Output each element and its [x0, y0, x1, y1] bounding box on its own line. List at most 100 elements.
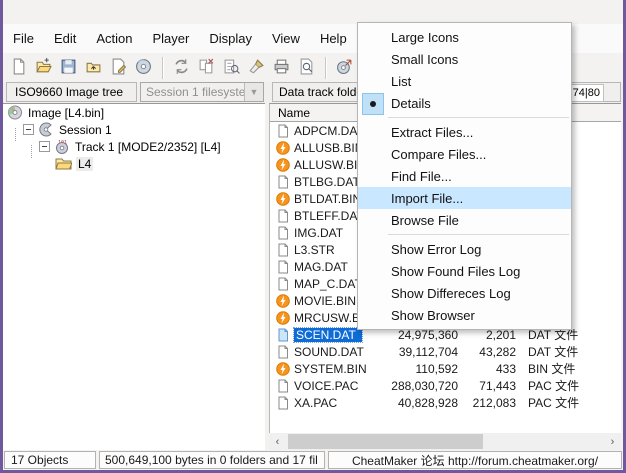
chevron-down-icon[interactable]: ▼ — [244, 83, 263, 101]
find-file-button[interactable] — [219, 56, 244, 80]
extract-cd-button[interactable] — [332, 56, 357, 80]
menu-item-show-found-files-log[interactable]: Show Found Files Log — [358, 260, 571, 282]
preview-button[interactable] — [294, 56, 319, 80]
file-sectors: 43,282 — [466, 345, 516, 359]
menu-item-show-differeces-log[interactable]: Show Differeces Log — [358, 282, 571, 304]
tree-collapse-icon[interactable] — [39, 141, 50, 152]
file-row[interactable]: VOICE.PAC288,030,72071,443PAC 文件 — [270, 377, 621, 394]
menu-item-find-file-[interactable]: Find File... — [358, 165, 571, 187]
toolbar-separator — [325, 57, 326, 79]
file-name: IMG.DAT — [294, 226, 343, 240]
document-file-icon — [276, 328, 290, 342]
menu-item-large-icons[interactable]: Large Icons — [358, 26, 571, 48]
document-file-icon — [276, 243, 290, 257]
cd-image-icon — [7, 105, 24, 120]
file-type: DAT 文件 — [528, 343, 578, 360]
save-image-button[interactable] — [56, 56, 81, 80]
file-name: ADPCM.DAT — [294, 124, 364, 138]
cleanup-icon — [248, 58, 265, 78]
file-name: XA.PAC — [294, 396, 337, 410]
status-summary: 500,649,100 bytes in 0 folders and 17 fi… — [99, 451, 325, 469]
properties-icon — [110, 58, 127, 78]
new-image-button[interactable] — [6, 56, 31, 80]
menu-item-list[interactable]: List — [358, 70, 571, 92]
extract-cd-icon — [336, 58, 353, 78]
session-filesystem-combobox[interactable]: Session 1 filesystem ▼ — [140, 82, 264, 102]
menu-item-small-icons[interactable]: Small Icons — [358, 48, 571, 70]
refresh-button[interactable] — [169, 56, 194, 80]
file-name: ALLUSW.BIN — [294, 158, 366, 172]
print-button[interactable] — [269, 56, 294, 80]
scrollbar-thumb[interactable] — [288, 434, 483, 449]
save-image-icon — [60, 58, 77, 78]
up-level-button[interactable] — [81, 56, 106, 80]
document-file-icon — [276, 175, 290, 189]
tree-item-l4[interactable]: L4 — [3, 155, 265, 172]
menu-item-label: Show Found Files Log — [391, 264, 520, 279]
menubar-item-help[interactable]: Help — [310, 31, 357, 46]
scroll-right-arrow-icon[interactable]: › — [604, 433, 621, 450]
menu-item-import-file-[interactable]: Import File... — [358, 187, 571, 209]
menu-item-label: Extract Files... — [391, 125, 473, 140]
open-image-icon — [35, 58, 52, 78]
toolbar-group — [3, 56, 159, 80]
file-row[interactable]: XA.PAC40,828,928212,083PAC 文件 — [270, 394, 621, 411]
document-file-icon — [276, 277, 290, 291]
menu-item-compare-files-[interactable]: Compare Files... — [358, 143, 571, 165]
file-name: BTLDAT.BIN — [294, 192, 361, 206]
menu-item-label: Show Browser — [391, 308, 475, 323]
toolbar-separator — [162, 57, 163, 79]
name-column-header[interactable]: Name — [270, 106, 310, 120]
compare-files-button[interactable] — [194, 56, 219, 80]
menubar-item-edit[interactable]: Edit — [44, 31, 86, 46]
file-row[interactable]: SYSTEM.BIN110,592433BIN 文件 — [270, 360, 621, 377]
menubar-item-display[interactable]: Display — [199, 31, 262, 46]
menu-item-show-error-log[interactable]: Show Error Log — [358, 238, 571, 260]
session-cd-icon — [38, 122, 55, 137]
menu-item-show-browser[interactable]: Show Browser — [358, 304, 571, 326]
menu-item-label: List — [391, 74, 411, 89]
menubar-item-view[interactable]: View — [262, 31, 310, 46]
file-name: MAG.DAT — [294, 260, 348, 274]
up-level-icon — [85, 58, 102, 78]
document-file-icon — [276, 124, 290, 138]
file-row[interactable]: SOUND.DAT39,112,70443,282DAT 文件 — [270, 343, 621, 360]
tree-collapse-icon[interactable] — [23, 124, 34, 135]
tree-item-label: L4 — [76, 157, 93, 171]
menu-item-label: Show Error Log — [391, 242, 481, 257]
menu-item-details[interactable]: Details — [358, 92, 571, 114]
properties-button[interactable] — [106, 56, 131, 80]
document-file-icon — [276, 379, 290, 393]
file-sectors: 433 — [466, 362, 516, 376]
open-image-button[interactable] — [31, 56, 56, 80]
menu-item-label: Find File... — [391, 169, 452, 184]
session-combo-value: Session 1 filesystem — [141, 85, 244, 99]
tree-item-image-l4-bin-[interactable]: Image [L4.bin] — [3, 104, 265, 121]
folder-icon — [55, 156, 72, 171]
tree-connector — [15, 128, 16, 141]
write-cd-icon — [135, 58, 152, 78]
print-icon — [273, 58, 290, 78]
tree-item-session-1[interactable]: Session 1 — [3, 121, 265, 138]
new-image-icon — [10, 58, 27, 78]
bin-file-icon — [276, 311, 290, 325]
file-type: PAC 文件 — [528, 394, 579, 411]
menu-item-extract-files-[interactable]: Extract Files... — [358, 121, 571, 143]
menubar-item-file[interactable]: File — [3, 31, 44, 46]
menubar-item-action[interactable]: Action — [86, 31, 142, 46]
menubar-item-player[interactable]: Player — [143, 31, 200, 46]
menu-item-browse-file[interactable]: Browse File — [358, 209, 571, 231]
bin-file-icon — [276, 362, 290, 376]
write-cd-button[interactable] — [131, 56, 156, 80]
context-menu: Large IconsSmall Icons List Details Extract… — [357, 22, 572, 330]
scroll-left-arrow-icon[interactable]: ‹ — [269, 433, 286, 450]
horizontal-scrollbar[interactable]: ‹ › — [269, 433, 621, 450]
file-sectors: 71,443 — [466, 379, 516, 393]
iso-image-tree: Image [L4.bin]Session 1101Track 1 [MODE2… — [3, 103, 265, 450]
cleanup-button[interactable] — [244, 56, 269, 80]
document-file-icon — [276, 345, 290, 359]
file-size: 110,592 — [340, 362, 458, 376]
tree-item-track-1-mode2-2352-l4-[interactable]: 101Track 1 [MODE2/2352] [L4] — [3, 138, 265, 155]
file-name: BTLBG.DAT — [294, 175, 360, 189]
document-file-icon — [276, 209, 290, 223]
